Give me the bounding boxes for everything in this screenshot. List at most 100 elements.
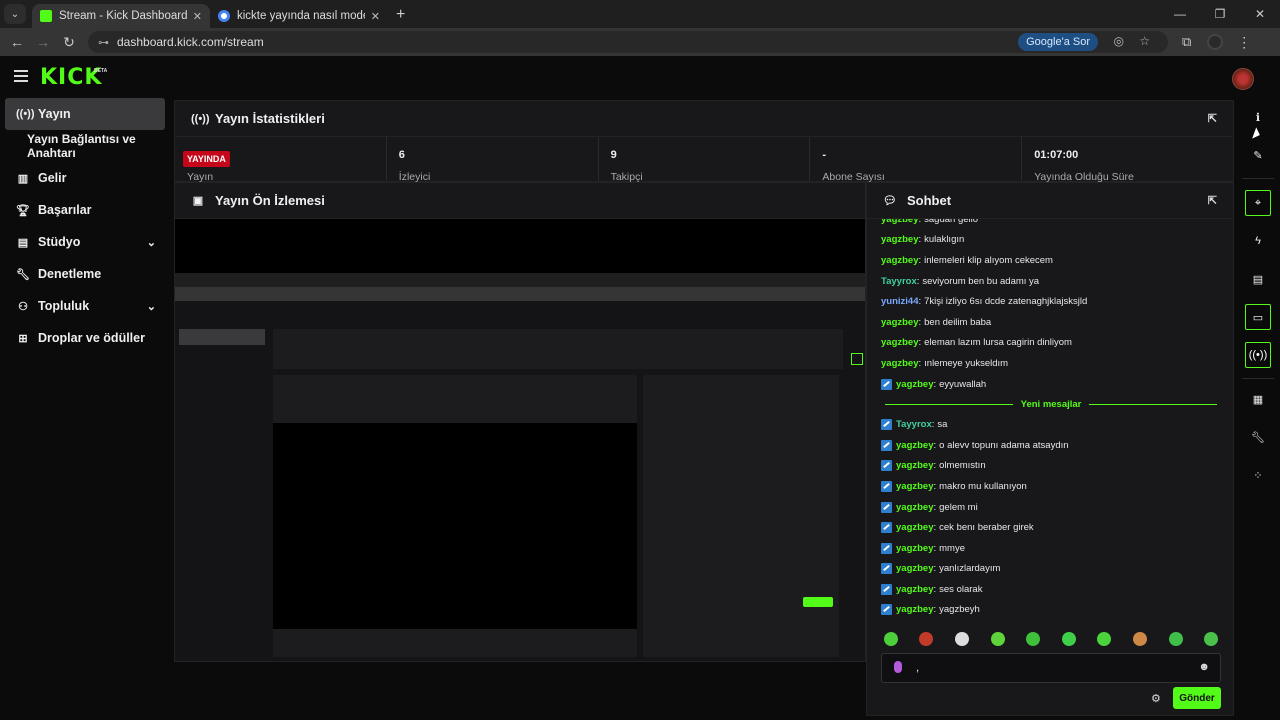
browser-menu-icon[interactable]: ⋮ [1237, 34, 1251, 51]
stat-status: YAYINDA Yayın [175, 137, 387, 183]
emoji-icon[interactable]: ☻ [1198, 661, 1210, 673]
emote-icon[interactable] [919, 632, 934, 646]
mic-icon[interactable] [894, 661, 902, 673]
close-tab-icon[interactable]: ✕ [371, 10, 380, 23]
google-lens-button[interactable]: Google'a Sor [1018, 33, 1098, 51]
send-button[interactable]: Gönder [1173, 687, 1221, 709]
stat-subs: - Abone Sayısı [810, 137, 1023, 183]
sidebar-item-yayin[interactable]: ((•)) Yayın [5, 98, 165, 130]
chat-username[interactable]: yagzbey [881, 337, 919, 348]
username-separator: : [933, 583, 937, 595]
site-info-icon[interactable]: ⊶ [98, 36, 109, 49]
sidebar-item-basarilar[interactable]: 🏆︎ Başarılar [0, 194, 170, 226]
emote-icon[interactable] [1061, 632, 1076, 646]
browser-tab-kick[interactable]: Stream - Kick Dashboard ✕ [32, 4, 210, 28]
document-icon[interactable]: ▤ [1245, 266, 1271, 292]
wrench-icon[interactable]: 🔧︎ [1245, 424, 1271, 450]
bookmark-star-icon[interactable]: ☆ [1139, 34, 1150, 48]
close-tab-icon[interactable]: ✕ [193, 10, 202, 23]
layout-icon[interactable]: ▦ [1245, 386, 1271, 412]
minimize-icon[interactable]: — [1160, 7, 1200, 21]
chat-settings-icon[interactable]: ⚙ [1151, 692, 1161, 705]
eye-off-icon[interactable]: ◎ [1114, 34, 1124, 48]
chat-username[interactable]: yagzbey [896, 379, 934, 390]
chat-messages[interactable]: yagzbey: sagdan gello yagzbey: kulaklıgın ya… [867, 219, 1235, 627]
sidebar-item-gelir[interactable]: ▥ Gelir [0, 162, 170, 194]
nodes-icon[interactable]: ⁘ [1245, 462, 1271, 488]
broadcast-icon: ((•)) [16, 108, 35, 120]
emote-icon[interactable] [1168, 632, 1183, 646]
emote-icon[interactable] [1026, 632, 1041, 646]
sidebar-item-stream-key[interactable]: Yayın Bağlantısı ve Anahtarı [0, 130, 170, 162]
new-tab-icon[interactable]: + [396, 6, 405, 24]
stat-viewers: 6 İzleyici [387, 137, 599, 183]
forward-icon[interactable]: → [30, 34, 56, 50]
username-separator: : [933, 522, 937, 534]
url-field[interactable]: ⊶ dashboard.kick.com/stream Google'a Sor… [88, 31, 1168, 53]
browser-tab-google[interactable]: kickte yayında nasıl moderatör ✕ [210, 4, 388, 28]
sidebar-item-denetleme[interactable]: 🔧︎ Denetleme [0, 258, 170, 290]
wrench-icon: 🔧︎ [16, 268, 30, 281]
chat-text: seviyorum ben bu adamı ya [922, 275, 1040, 287]
tab-search-icon[interactable]: ⌄ [4, 4, 26, 24]
extensions-icon[interactable]: ⧉ [1182, 34, 1191, 50]
chat-username[interactable]: yagzbey [881, 255, 919, 266]
flash-icon[interactable]: ϟ [1245, 228, 1271, 254]
chat-username[interactable]: yagzbey [896, 460, 934, 471]
stats-panel: ((•)) Yayın İstatistikleri ⇱ YAYINDA Yayı… [174, 100, 1234, 183]
info-icon[interactable]: ℹ [1245, 104, 1271, 130]
chat-username[interactable]: Tayyrox [896, 419, 932, 430]
chat-username[interactable]: yagzbey [896, 584, 934, 595]
chat-username[interactable]: yagzbey [881, 358, 919, 369]
kick-favicon-icon [40, 10, 52, 22]
emote-icon[interactable] [954, 632, 969, 646]
chat-text: eleman lazım lursa cagirin dinliyom [924, 337, 1072, 349]
emote-icon[interactable] [1132, 632, 1147, 646]
chat-username[interactable]: yagzbey [896, 440, 934, 451]
chat-username[interactable]: Tayyrox [881, 276, 917, 287]
profile-icon[interactable] [1207, 34, 1224, 50]
username-separator: : [931, 419, 935, 431]
edit-icon[interactable]: ✎ [1245, 142, 1271, 168]
chat-username[interactable]: yagzbey [881, 234, 919, 245]
studio-icon: ▤ [17, 236, 29, 249]
emote-icon[interactable] [990, 632, 1005, 646]
emote-icon[interactable] [1097, 632, 1112, 646]
sidebar-item-droplar[interactable]: ⊞ Droplar ve ödüller [0, 322, 170, 354]
window-close-icon[interactable]: ✕ [1240, 7, 1280, 21]
sidebar-item-studyo[interactable]: ▤ Stüdyo ⌄ [0, 226, 170, 258]
capture-icon[interactable]: ⌖ [1245, 190, 1271, 216]
emote-icon[interactable] [1204, 632, 1219, 646]
user-avatar[interactable] [1232, 68, 1254, 90]
back-icon[interactable]: ← [4, 34, 30, 50]
emote-bar [867, 627, 1235, 651]
chat-username[interactable]: yunizi44 [881, 296, 919, 307]
chat-username[interactable]: yagzbey [896, 502, 934, 513]
chat-username[interactable]: yagzbey [896, 522, 934, 533]
stream-preview-video[interactable] [175, 219, 865, 661]
user-badge-icon [881, 563, 892, 575]
chat-input[interactable]: , ☻ [881, 653, 1221, 683]
restore-icon[interactable]: ❐ [1200, 7, 1240, 21]
chat-username[interactable]: yagzbey [896, 563, 934, 574]
popout-icon[interactable]: ⇱ [1208, 112, 1217, 125]
chat-text: olmemıstın [939, 460, 986, 472]
recursive-screen-capture [175, 273, 865, 661]
chat-username[interactable]: yagzbey [896, 604, 934, 615]
user-badge-icon [881, 542, 892, 554]
chat-message: yagzbey: ses olarak [867, 579, 1235, 600]
chevron-down-icon: ⌄ [146, 236, 156, 249]
chat-username[interactable]: yagzbey [896, 481, 934, 492]
popout-icon[interactable]: ⇱ [1208, 194, 1217, 207]
reload-icon[interactable]: ↻ [56, 34, 82, 51]
username-separator: : [933, 604, 937, 616]
user-badge-icon [881, 501, 892, 513]
broadcast-toggle-icon[interactable]: ((•)) [1245, 342, 1271, 368]
emote-icon[interactable] [883, 632, 898, 646]
chat-username[interactable]: yagzbey [896, 543, 934, 554]
hamburger-menu-icon[interactable] [14, 70, 28, 82]
chat-username[interactable]: yagzbey [881, 219, 919, 225]
sidebar-item-topluluk[interactable]: ⚇ Topluluk ⌄ [0, 290, 170, 322]
chat-toggle-icon[interactable]: ▭ [1245, 304, 1271, 330]
chat-username[interactable]: yagzbey [881, 317, 919, 328]
